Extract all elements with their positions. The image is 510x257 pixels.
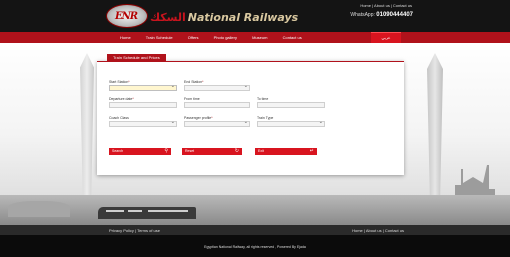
exit-button[interactable]: Exit ↵ <box>255 148 317 155</box>
site-title-english: National Railways <box>187 11 299 24</box>
whatsapp-label: WhatsApp: <box>350 12 375 18</box>
panel-tab-underline <box>107 61 394 62</box>
return-icon: ↵ <box>309 148 314 154</box>
footer-links-bar: Privacy Policy | Terms of use Home | Abo… <box>0 225 510 235</box>
main-nav: Home Train Schedule Offers Photo gallery… <box>0 32 510 43</box>
language-toggle-button[interactable]: عربي <box>371 32 401 43</box>
site-title-arabic: السكك <box>150 11 186 24</box>
logo-mark-text: ENR <box>115 11 138 22</box>
to-time-input[interactable] <box>257 102 325 108</box>
footer-link-privacy[interactable]: Privacy Policy <box>109 228 134 233</box>
coach-class-label: Coach Class <box>109 116 129 120</box>
footer-bottom: Egyptian National Railway, all rights re… <box>0 235 510 257</box>
nav-item-offers[interactable]: Offers <box>188 35 199 40</box>
end-station-label: End Station* <box>184 80 204 84</box>
departure-date-label: Departure date* <box>109 97 134 101</box>
whatsapp-contact: WhatsApp: 01090444407 <box>350 12 413 18</box>
top-links: Home|About us|Contact us <box>360 3 412 8</box>
start-station-select[interactable] <box>109 83 177 91</box>
passenger-profile-label: Passenger profile* <box>184 116 213 120</box>
train-illustration <box>98 207 196 219</box>
site-header: ENR السكك National Railways Home|About us… <box>0 0 510 32</box>
site-title: السكك National Railways <box>150 11 298 24</box>
footer-left-links: Privacy Policy | Terms of use <box>109 228 161 233</box>
passenger-profile-select[interactable] <box>184 119 250 127</box>
refresh-icon: ↻ <box>234 148 239 154</box>
site-logo[interactable]: ENR السكك National Railways <box>106 4 298 28</box>
obelisk-right-illustration <box>427 53 443 213</box>
top-link-about[interactable]: About us <box>374 3 390 8</box>
train-schedule-panel: Train Schedule and Prices Start Station*… <box>97 54 404 175</box>
end-station-select[interactable] <box>184 83 250 91</box>
nav-item-photo-gallery[interactable]: Photo gallery <box>214 35 237 40</box>
enr-logo-emblem: ENR <box>106 4 148 28</box>
nav-item-museum[interactable]: Museum <box>252 35 267 40</box>
from-time-label: From time <box>184 97 200 101</box>
search-button[interactable]: Search ⚲ <box>109 148 171 155</box>
top-link-contact[interactable]: Contact us <box>393 3 412 8</box>
train-type-label: Train Type <box>257 116 274 120</box>
reset-button[interactable]: Reset ↻ <box>182 148 242 155</box>
station-arch-illustration <box>8 201 70 217</box>
from-time-input[interactable] <box>184 102 250 108</box>
nav-item-home[interactable]: Home <box>120 35 131 40</box>
search-button-label: Search <box>112 149 124 153</box>
coach-class-select[interactable] <box>109 119 177 127</box>
train-type-select[interactable] <box>257 119 325 127</box>
obelisk-left-illustration <box>80 53 94 198</box>
footer-link-terms[interactable]: Terms of use <box>137 228 160 233</box>
whatsapp-number[interactable]: 01090444407 <box>376 12 413 18</box>
nav-item-contact[interactable]: Contact us <box>283 35 302 40</box>
to-time-label: To time <box>257 97 269 101</box>
search-icon: ⚲ <box>164 148 168 154</box>
exit-button-label: Exit <box>258 149 264 153</box>
departure-date-input[interactable] <box>109 102 177 108</box>
footer-link-home[interactable]: Home <box>352 228 363 233</box>
footer-right-links: Home | About us | Contact us <box>352 228 404 233</box>
nav-item-train-schedule[interactable]: Train Schedule <box>146 35 173 40</box>
top-link-home[interactable]: Home <box>360 3 371 8</box>
start-station-label: Start Station* <box>109 80 130 84</box>
footer-link-contact[interactable]: Contact us <box>385 228 404 233</box>
reset-button-label: Reset <box>185 149 195 153</box>
copyright-text: Egyptian National Railway, all rights re… <box>204 245 306 249</box>
ground-strip <box>0 195 510 225</box>
footer-link-about[interactable]: About us <box>366 228 382 233</box>
